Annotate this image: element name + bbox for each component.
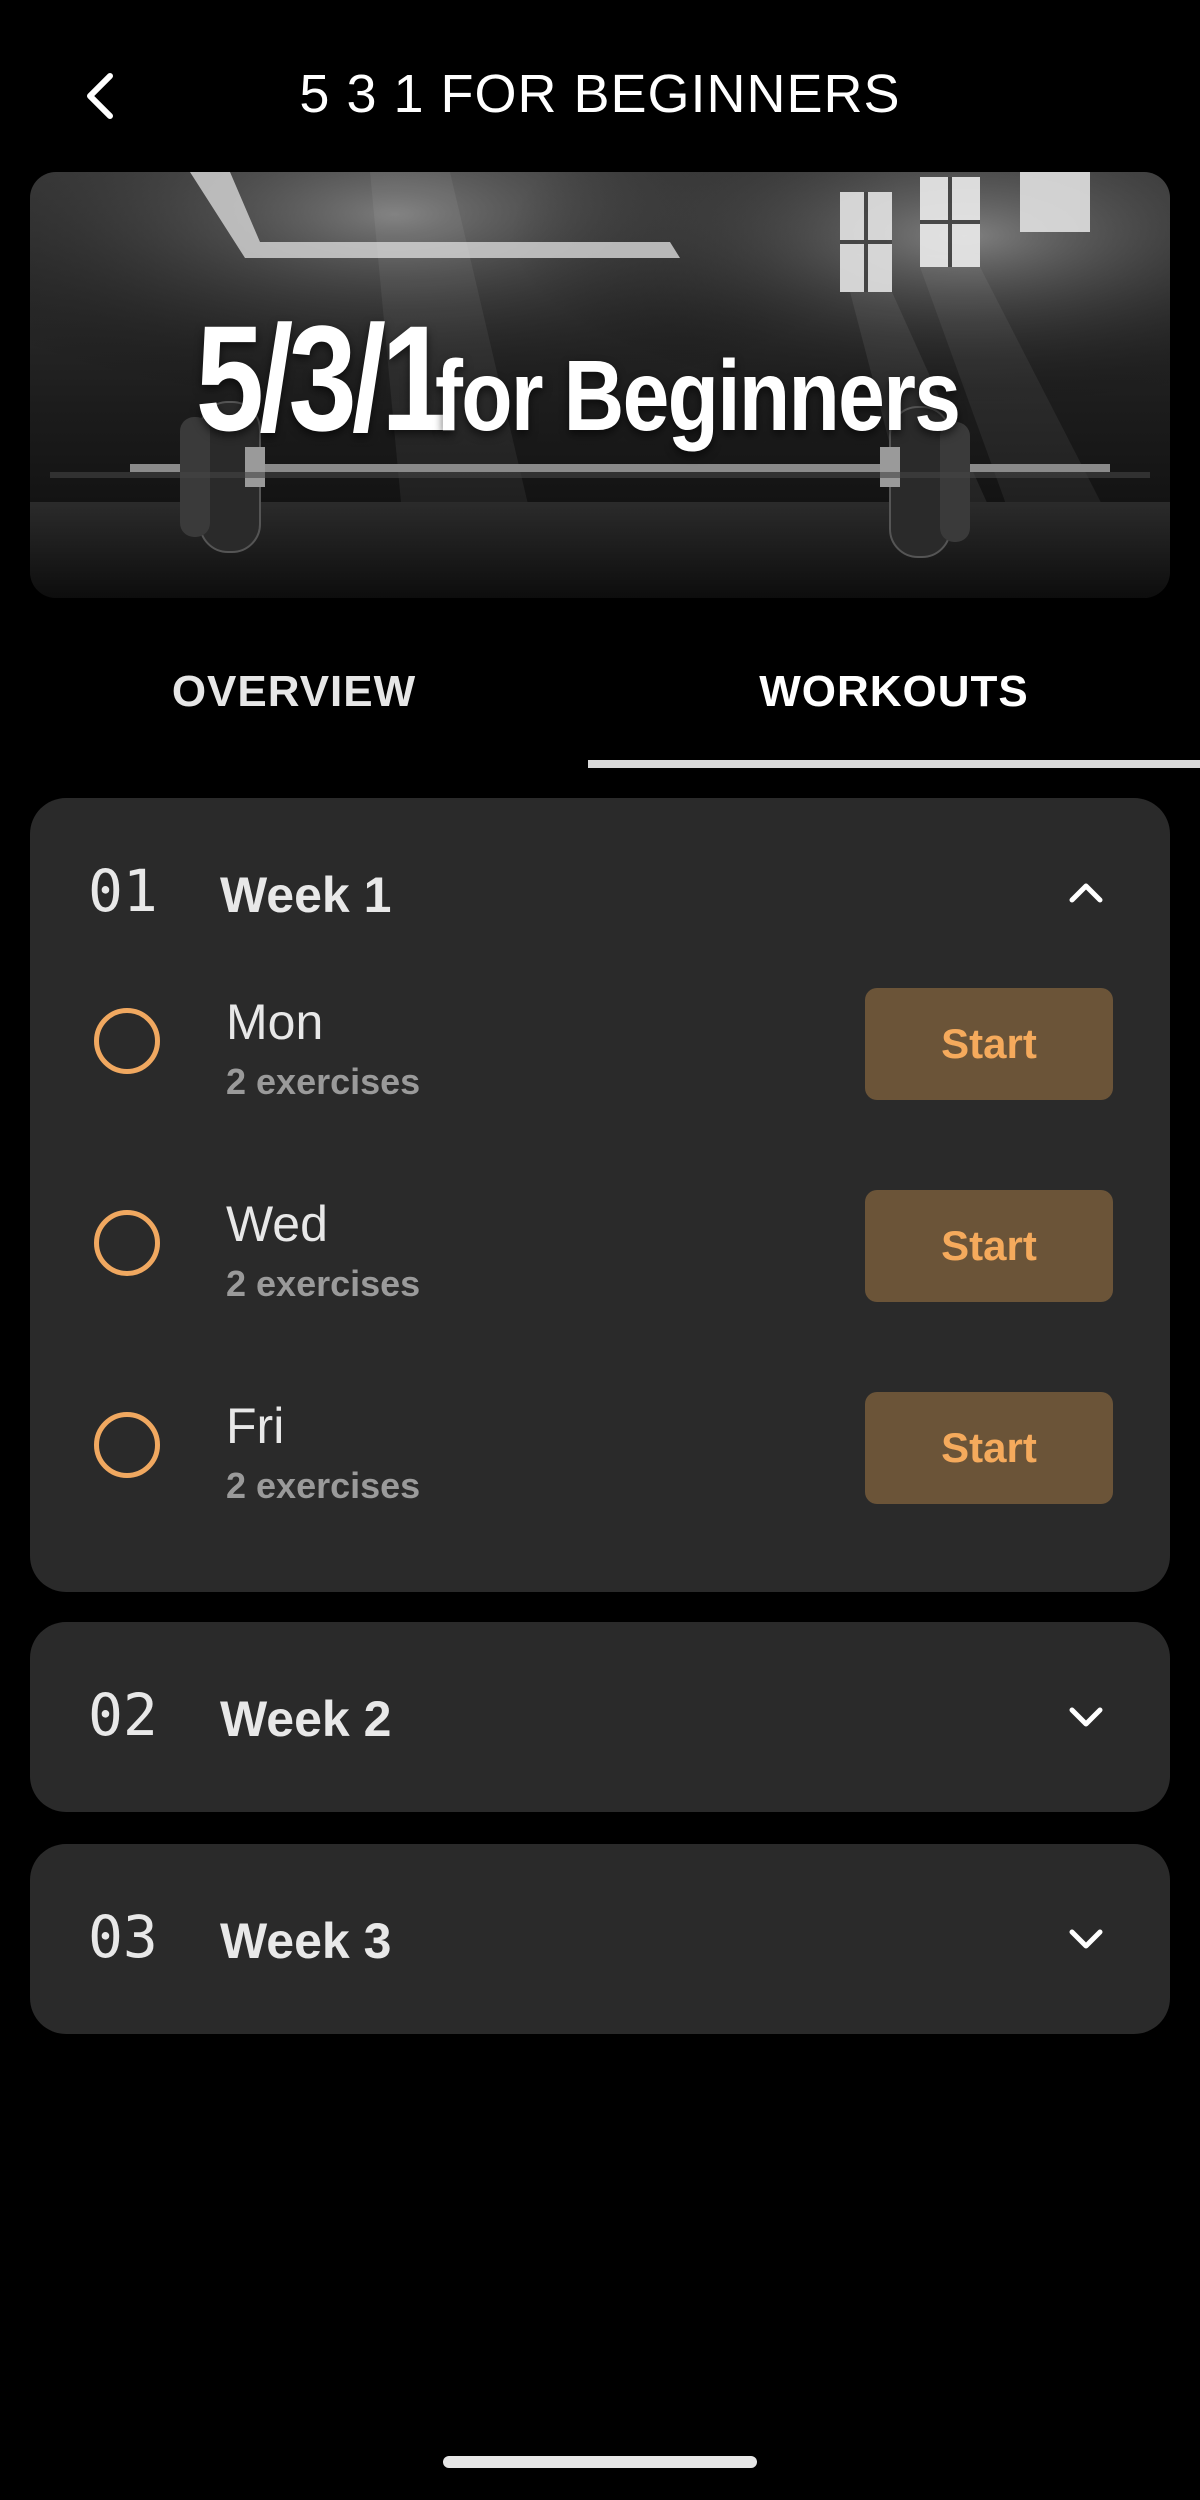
start-button[interactable]: Start [865, 988, 1113, 1100]
week-number: 01 [88, 857, 158, 925]
week-card-2: 02 Week 2 [30, 1622, 1170, 1812]
week-card-3: 03 Week 3 [30, 1844, 1170, 2034]
week-label: Week 2 [220, 1691, 392, 1747]
week-3-header[interactable]: 03 Week 3 [30, 1844, 1170, 2034]
day-complete-checkbox[interactable] [94, 1412, 160, 1478]
workout-day-row: Mon 2 exercises Start [30, 988, 1170, 1150]
day-complete-checkbox[interactable] [94, 1008, 160, 1074]
day-exercise-count: 2 exercises [226, 1465, 421, 1506]
day-exercise-count: 2 exercises [226, 1263, 421, 1304]
banner-title: 5/3/1 for Beginners [30, 172, 1170, 598]
program-banner: 5/3/1 for Beginners [30, 172, 1170, 598]
chevron-up-icon[interactable] [1064, 870, 1108, 914]
start-button[interactable]: Start [865, 1392, 1113, 1504]
week-1-header[interactable]: 01 Week 1 [30, 798, 1170, 988]
top-app-bar: 5 3 1 FOR BEGINNERS [0, 0, 1200, 180]
home-indicator[interactable] [443, 2456, 757, 2468]
week-label: Week 1 [220, 867, 392, 923]
tab-bar: OVERVIEW WORKOUTS [0, 640, 1200, 768]
workout-day-row: Wed 2 exercises Start [30, 1190, 1170, 1352]
page-title: 5 3 1 FOR BEGINNERS [299, 64, 901, 124]
tab-workouts[interactable]: WORKOUTS [588, 640, 1200, 768]
day-exercise-count: 2 exercises [226, 1061, 421, 1102]
week-number: 03 [88, 1903, 158, 1971]
chevron-down-icon[interactable] [1064, 1916, 1108, 1960]
day-name: Wed [226, 1196, 328, 1252]
day-name: Mon [226, 994, 324, 1050]
day-name: Fri [226, 1398, 285, 1454]
day-complete-checkbox[interactable] [94, 1210, 160, 1276]
week-card-1: 01 Week 1 Mon 2 exercises Start Wed 2 ex… [30, 798, 1170, 1592]
workout-day-row: Fri 2 exercises Start [30, 1392, 1170, 1554]
tab-overview[interactable]: OVERVIEW [0, 640, 588, 768]
week-2-header[interactable]: 02 Week 2 [30, 1622, 1170, 1812]
chevron-down-icon[interactable] [1064, 1694, 1108, 1738]
banner-title-small: for Beginners [434, 340, 961, 452]
week-number: 02 [88, 1681, 158, 1749]
week-label: Week 3 [220, 1913, 392, 1969]
banner-title-big: 5/3/1 [195, 294, 450, 462]
start-button[interactable]: Start [865, 1190, 1113, 1302]
tab-selected-indicator [588, 760, 1200, 768]
